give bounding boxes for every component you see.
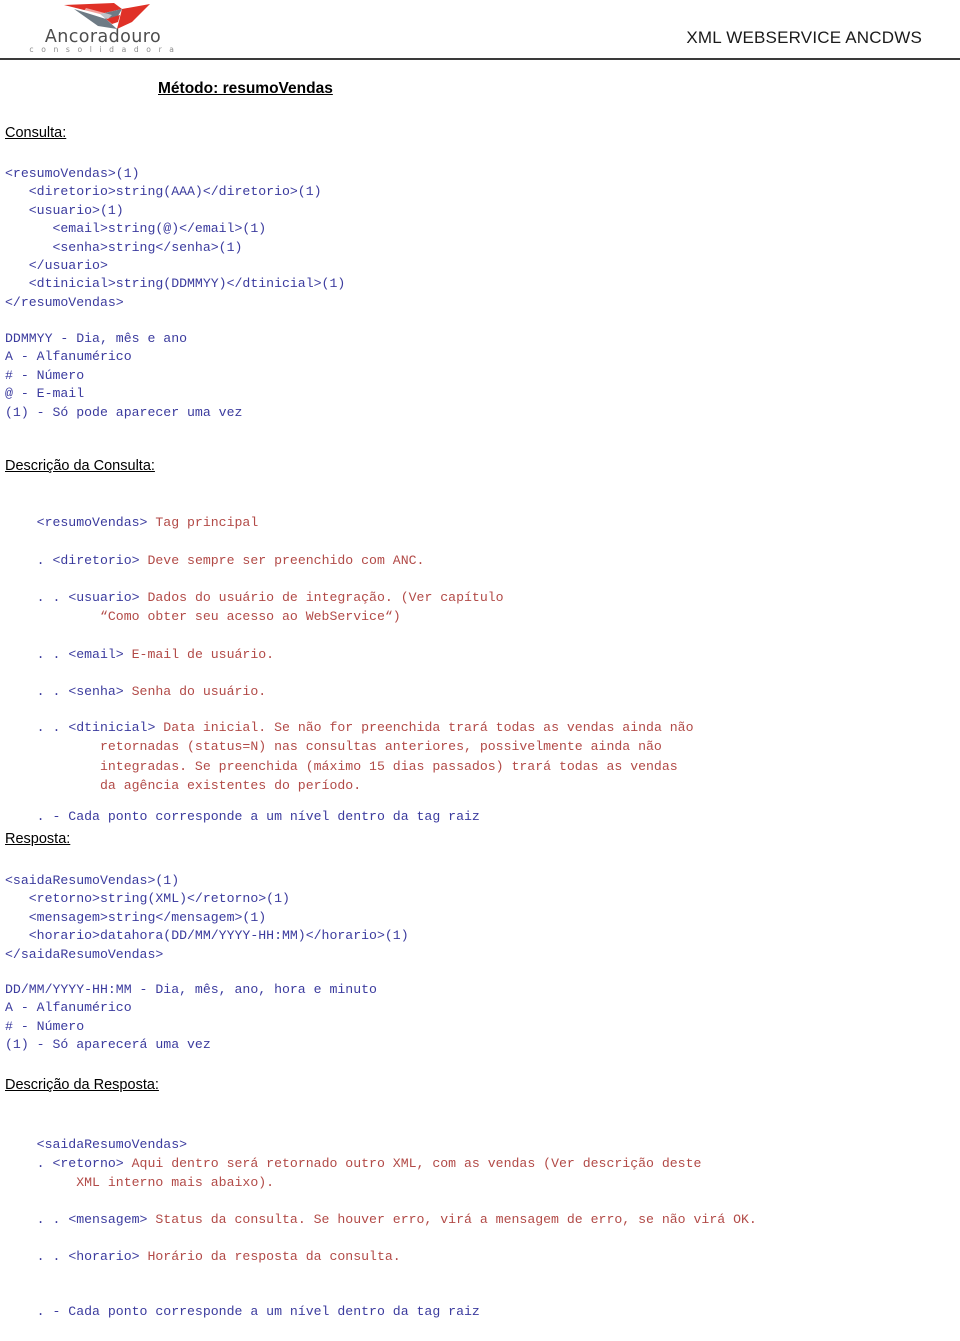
consulta-legend: DDMMYY - Dia, mês e ano A - Alfanumérico… [5, 331, 243, 420]
xml-tag-description: Status da consulta. Se houver erro, virá… [147, 1211, 757, 1227]
xml-tag: <email> [68, 646, 124, 662]
xml-tag: <resumoVendas> [36, 514, 148, 530]
xml-tag: <usuario> [68, 589, 140, 605]
xml-tag-description: Senha do usuário. [123, 683, 267, 699]
consulta-code-block: <resumoVendas>(1) <diretorio>string(AAA)… [5, 166, 346, 310]
level-dots: . . [36, 683, 69, 699]
xml-tag: <dtinicial> [68, 719, 156, 735]
xml-tag: <mensagem> [68, 1211, 148, 1227]
xml-tag-description: Deve sempre ser preenchido com ANC. [139, 552, 425, 568]
xml-tag: <horario> [68, 1248, 140, 1264]
section-heading-descricao-consulta: Descrição da Consulta: [5, 458, 155, 474]
level-dots: . . [36, 1211, 69, 1227]
footnote-text: . - Cada ponto corresponde a um nível de… [36, 808, 480, 824]
level-dots: . . [36, 1248, 69, 1264]
xml-tag: <retorno> [52, 1155, 124, 1171]
page-title: Método: resumoVendas [158, 80, 333, 97]
footnote-text: . - Cada ponto corresponde a um nível de… [36, 1303, 480, 1319]
document-header-title: XML WEBSERVICE ANCDWS [686, 28, 922, 47]
header-divider [0, 58, 960, 60]
level-dots: . . [36, 646, 69, 662]
level-dots: . . [36, 589, 69, 605]
descricao-consulta-footnote: . - Cada ponto corresponde a um nível de… [5, 787, 480, 846]
xml-tag: <senha> [68, 683, 124, 699]
level-dots: . [36, 552, 53, 568]
level-dots: . [36, 1155, 53, 1171]
logo-tagline: c o n s o l i d a d o r a [29, 45, 177, 54]
section-heading-consulta: Consulta: [5, 125, 67, 141]
logo: Ancoradouro c o n s o l i d a d o r a [28, 2, 178, 54]
resposta-legend: DD/MM/YYYY-HH:MM - Dia, mês, ano, hora e… [5, 982, 377, 1053]
section-heading-descricao-resposta: Descrição da Resposta: [5, 1077, 159, 1093]
page-header: Ancoradouro c o n s o l i d a d o r a XM… [0, 0, 960, 60]
descricao-resposta-footnote: . - Cada ponto corresponde a um nível de… [5, 1282, 480, 1341]
xml-tag-description: E-mail de usuário. [123, 646, 275, 662]
xml-tag-description: Tag principal [147, 514, 259, 530]
descricao-resposta-item: . . <horario> Horário da resposta da con… [5, 1227, 401, 1286]
logo-wordmark: Ancoradouro [44, 27, 162, 47]
resposta-code-block: <saidaResumoVendas>(1) <retorno>string(X… [5, 873, 409, 962]
xml-tag: <diretorio> [52, 552, 140, 568]
section-heading-resposta: Resposta: [5, 831, 71, 847]
xml-tag-description: Horário da resposta da consulta. [139, 1248, 401, 1264]
level-dots: . . [36, 719, 69, 735]
